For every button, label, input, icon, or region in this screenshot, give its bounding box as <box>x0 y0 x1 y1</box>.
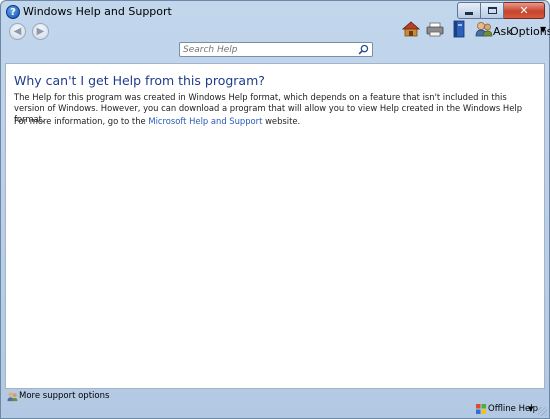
close-icon: ✕ <box>519 4 529 17</box>
back-arrow-icon: ◀ <box>13 26 22 37</box>
microsoft-help-support-link[interactable]: Microsoft Help and Support <box>148 116 262 126</box>
search-input[interactable] <box>183 43 353 56</box>
home-icon[interactable] <box>402 20 420 38</box>
help-app-icon: ? <box>6 5 20 19</box>
minimize-button[interactable] <box>457 2 481 19</box>
offline-help-dropdown-icon[interactable]: ▼ <box>528 405 533 413</box>
print-icon[interactable] <box>426 20 444 38</box>
maximize-button[interactable] <box>481 2 504 19</box>
caption-buttons: ✕ <box>457 2 545 19</box>
toolbar: ◀ ▶ Ask Options ▼ <box>1 20 550 65</box>
offline-help-icon[interactable] <box>476 404 486 414</box>
minimize-icon <box>465 11 473 15</box>
maximize-icon <box>487 7 497 14</box>
close-button[interactable]: ✕ <box>504 2 545 19</box>
ask-icon[interactable] <box>475 20 493 38</box>
forward-arrow-icon: ▶ <box>36 26 45 37</box>
browse-help-icon[interactable] <box>450 20 468 38</box>
help-window: ? Windows Help and Support ✕ ◀ ▶ Ask Opt… <box>0 0 550 419</box>
search-box <box>179 42 373 57</box>
more-info-paragraph: For more information, go to the Microsof… <box>14 116 536 127</box>
search-icon[interactable] <box>358 44 369 55</box>
status-bar: More support options Offline Help ▼ <box>1 389 549 418</box>
more-support-options-link[interactable]: More support options <box>19 391 109 401</box>
help-content-pane: Why can't I get Help from this program? … <box>5 63 545 389</box>
resize-grip[interactable] <box>538 407 547 416</box>
more-info-prefix: For more information, go to the <box>14 116 149 126</box>
window-title: Windows Help and Support <box>23 5 172 18</box>
page-title: Why can't I get Help from this program? <box>14 73 265 88</box>
forward-button[interactable]: ▶ <box>32 23 49 40</box>
support-people-icon[interactable] <box>7 391 18 402</box>
more-info-suffix: website. <box>262 116 301 126</box>
back-button[interactable]: ◀ <box>9 23 26 40</box>
options-dropdown-icon[interactable]: ▼ <box>540 25 546 34</box>
